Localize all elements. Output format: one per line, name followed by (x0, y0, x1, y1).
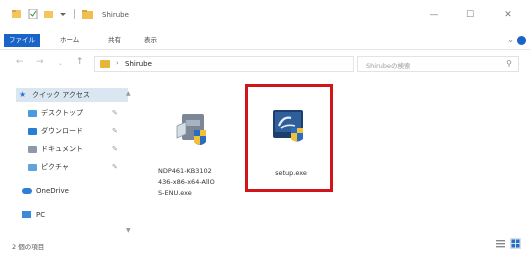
highlight-box (245, 84, 333, 192)
sidebar-item-label: PC (36, 211, 46, 219)
file-name-line: S-ENU.exe (158, 189, 192, 197)
sidebar-item-downloads[interactable]: ダウンロード ✎ (28, 124, 138, 138)
minimize-button[interactable]: — (420, 6, 448, 24)
navigation-pane: ★ クイック アクセス デスクトップ ✎ ダウンロード ✎ ドキュメント ✎ ピ… (8, 88, 136, 238)
maximize-button[interactable]: ☐ (456, 6, 484, 24)
sidebar-item-label: ダウンロード (41, 127, 83, 135)
download-folder-icon (28, 128, 37, 135)
sidebar-item-label: デスクトップ (41, 109, 83, 117)
file-item-ndp461[interactable]: NDP461-KB3102 436-x86-x64-AllO S-ENU.exe (158, 94, 240, 214)
pin-icon[interactable]: ✎ (112, 124, 118, 138)
tab-home[interactable]: ホーム (56, 34, 83, 47)
recent-locations-icon[interactable]: ⌄ (58, 60, 63, 67)
star-icon: ★ (19, 90, 27, 99)
sidebar-item-onedrive[interactable]: OneDrive (22, 184, 132, 198)
tab-file[interactable]: ファイル (4, 34, 40, 47)
address-bar[interactable]: › Shirube ⌄ ↻ (94, 56, 437, 72)
properties-icon[interactable] (28, 8, 38, 20)
sidebar-item-desktop[interactable]: デスクトップ ✎ (28, 106, 138, 120)
sidebar-item-pc[interactable]: PC (22, 208, 132, 222)
pin-icon[interactable]: ✎ (112, 160, 118, 174)
folder-icon (82, 9, 93, 19)
window-title: Shirube (102, 11, 129, 19)
scroll-up-icon[interactable]: ▲ (126, 90, 131, 97)
pictures-folder-icon (28, 164, 37, 171)
sidebar-item-documents[interactable]: ドキュメント ✎ (28, 142, 138, 156)
breadcrumb-separator[interactable]: › (116, 59, 119, 67)
close-button[interactable]: ✕ (494, 6, 522, 24)
quick-access-toolbar-icon[interactable] (12, 9, 22, 19)
file-name-line: 436-x86-x64-AllO (158, 178, 215, 186)
forward-arrow-icon[interactable]: → (36, 57, 44, 67)
search-input[interactable]: Shirubeの検索 ⚲ (357, 56, 519, 72)
large-icons-view-icon[interactable] (510, 238, 521, 249)
sidebar-item-quick-access[interactable]: ★ クイック アクセス (16, 88, 128, 102)
pin-icon[interactable]: ✎ (112, 142, 118, 156)
ribbon-tabs: ファイル ホーム 共有 表示 ⌄ (0, 30, 530, 50)
file-name: NDP461-KB3102 436-x86-x64-AllO S-ENU.exe (158, 166, 240, 199)
documents-folder-icon (28, 146, 37, 153)
new-folder-icon[interactable] (44, 9, 54, 19)
installer-icon (176, 114, 206, 145)
title-bar: Shirube — ☐ ✕ (0, 0, 530, 30)
status-text: 2 個の項目 (12, 243, 45, 251)
cloud-icon (22, 188, 32, 194)
tab-share[interactable]: 共有 (104, 34, 125, 47)
pin-icon[interactable]: ✎ (112, 106, 118, 120)
expand-ribbon-icon[interactable]: ⌄ (507, 35, 514, 44)
address-row: ← → ⌄ ↑ › Shirube ⌄ ↻ Shirubeの検索 ⚲ (0, 52, 530, 76)
tab-view[interactable]: 表示 (140, 34, 161, 47)
pc-icon (22, 211, 31, 218)
scroll-down-icon[interactable]: ▼ (126, 227, 131, 234)
help-icon[interactable] (517, 36, 526, 45)
folder-icon (100, 60, 110, 68)
breadcrumb-shirube[interactable]: Shirube (125, 60, 152, 68)
up-arrow-icon[interactable]: ↑ (76, 57, 84, 67)
customize-toolbar-icon[interactable] (58, 9, 68, 19)
sidebar-item-pictures[interactable]: ピクチャ ✎ (28, 160, 138, 174)
sidebar-item-label: クイック アクセス (32, 91, 90, 99)
details-view-icon[interactable] (495, 238, 506, 249)
sidebar-item-label: ドキュメント (41, 145, 83, 153)
back-arrow-icon[interactable]: ← (16, 57, 24, 67)
search-placeholder: Shirubeの検索 (366, 62, 411, 70)
pipe-separator (70, 9, 80, 19)
sidebar-item-label: ピクチャ (41, 163, 69, 171)
sidebar-item-label: OneDrive (36, 187, 69, 195)
file-name-line: NDP461-KB3102 (158, 167, 212, 175)
search-icon[interactable]: ⚲ (506, 59, 512, 68)
desktop-folder-icon (28, 110, 37, 117)
